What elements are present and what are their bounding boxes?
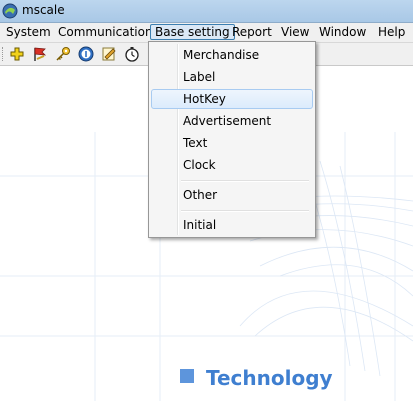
edit-icon[interactable]: [101, 46, 117, 62]
menu-view[interactable]: View: [277, 24, 313, 40]
menu-item-merchandise[interactable]: Merchandise: [151, 45, 313, 65]
stopwatch-icon[interactable]: [124, 46, 140, 62]
watermark-square: [180, 369, 194, 383]
menu-help[interactable]: Help: [374, 24, 409, 40]
technology-label: Technology: [206, 366, 333, 390]
add-icon[interactable]: [9, 46, 25, 62]
menu-report[interactable]: Report: [228, 24, 276, 40]
menu-base-setting[interactable]: Base setting: [150, 24, 235, 40]
info-icon[interactable]: [78, 46, 94, 62]
window-title: mscale: [22, 3, 65, 17]
menu-communication[interactable]: Communication: [54, 24, 157, 40]
menu-system[interactable]: System: [2, 24, 55, 40]
menu-item-clock[interactable]: Clock: [151, 155, 313, 175]
menu-item-other[interactable]: Other: [151, 185, 313, 205]
flag-icon[interactable]: [32, 46, 48, 62]
title-bar[interactable]: mscale: [0, 0, 413, 23]
menu-item-advertisement[interactable]: Advertisement: [151, 111, 313, 131]
menu-item-text[interactable]: Text: [151, 133, 313, 153]
menu-separator: [181, 180, 309, 182]
menu-window[interactable]: Window: [315, 24, 370, 40]
menu-bar: System Communication Base setting Report…: [0, 23, 413, 43]
menu-separator: [181, 210, 309, 212]
base-setting-dropdown: Merchandise Label HotKey Advertisement T…: [148, 41, 316, 238]
menu-item-initial[interactable]: Initial: [151, 215, 313, 235]
menu-item-label[interactable]: Label: [151, 67, 313, 87]
key-icon[interactable]: [55, 46, 71, 62]
menu-item-hotkey[interactable]: HotKey: [151, 89, 313, 109]
app-icon: [2, 3, 18, 19]
toolbar-grip[interactable]: [2, 47, 6, 61]
